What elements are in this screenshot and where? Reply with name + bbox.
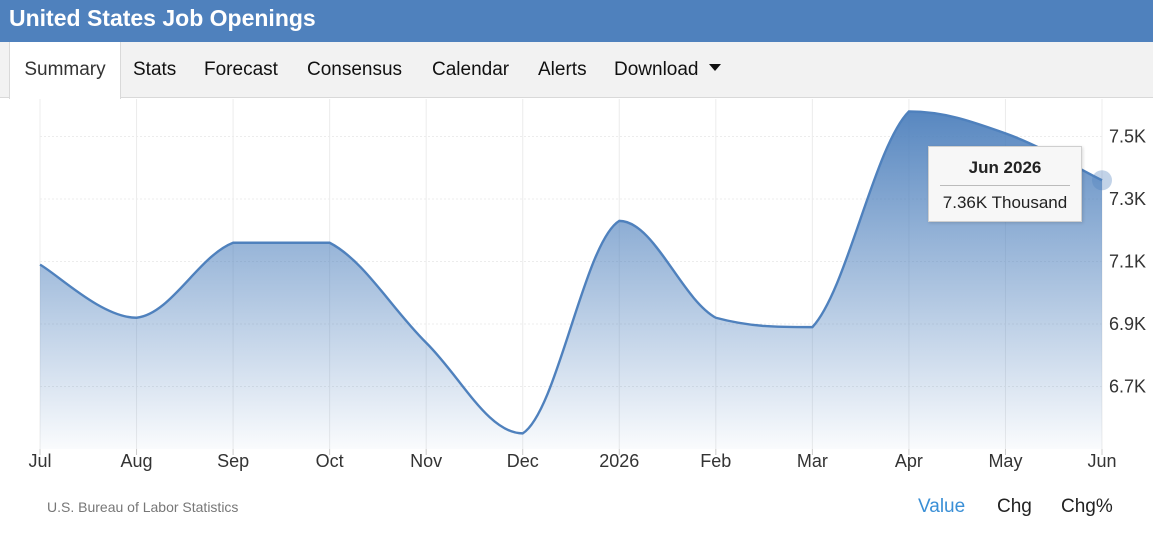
data-point[interactable] — [37, 262, 43, 268]
x-tick-label: Feb — [700, 451, 731, 471]
data-point[interactable] — [230, 240, 236, 246]
x-tick-label: Apr — [895, 451, 923, 471]
x-tick-label: May — [988, 451, 1022, 471]
x-tick-label: Jul — [28, 451, 51, 471]
data-point[interactable] — [134, 315, 140, 321]
tooltip: Jun 2026 7.36K Thousand — [928, 146, 1082, 222]
chg-button[interactable]: Chg — [997, 496, 1032, 518]
x-tick-label: Oct — [316, 451, 344, 471]
caret-down-icon — [708, 64, 721, 72]
hover-point-marker[interactable] — [1092, 170, 1112, 191]
x-tick-label: Nov — [410, 451, 442, 471]
x-tick-label: Aug — [121, 451, 153, 471]
tab-download-label: Download — [614, 59, 699, 80]
y-tick-label: 7.1K — [1109, 252, 1146, 272]
data-point[interactable] — [520, 430, 526, 436]
x-tick-label: Mar — [797, 451, 828, 471]
x-tick-label: 2026 — [599, 451, 639, 471]
value-button[interactable]: Value — [918, 496, 965, 518]
data-point[interactable] — [906, 109, 912, 115]
y-tick-label: 7.3K — [1109, 189, 1146, 209]
data-point[interactable] — [809, 324, 815, 330]
data-point[interactable] — [616, 218, 622, 224]
tab-bar: Summary Stats Forecast Consensus Calenda… — [0, 42, 1153, 99]
y-tick-label: 6.7K — [1109, 377, 1146, 397]
data-point[interactable] — [423, 340, 429, 346]
x-tick-label: Sep — [217, 451, 249, 471]
tab-consensus[interactable]: Consensus — [307, 42, 402, 98]
title-bar: United States Job Openings — [0, 0, 1153, 42]
tab-download[interactable]: Download — [614, 42, 721, 98]
tab-stats[interactable]: Stats — [133, 42, 176, 98]
data-source: U.S. Bureau of Labor Statistics — [47, 499, 239, 515]
tooltip-date: Jun 2026 — [968, 158, 1042, 177]
x-tick-label: Jun — [1087, 451, 1116, 471]
data-point[interactable] — [1002, 130, 1008, 136]
y-tick-label: 7.5K — [1109, 127, 1146, 147]
data-point[interactable] — [327, 240, 333, 246]
tab-forecast[interactable]: Forecast — [204, 42, 278, 98]
chg-pct-button[interactable]: Chg% — [1061, 496, 1113, 518]
tab-summary[interactable]: Summary — [9, 42, 121, 99]
tooltip-value: 7.36K Thousand — [942, 193, 1068, 212]
y-tick-label: 6.9K — [1109, 314, 1146, 334]
data-point[interactable] — [713, 315, 719, 321]
tab-alerts[interactable]: Alerts — [538, 42, 587, 98]
x-tick-label: Dec — [507, 451, 539, 471]
tooltip-divider — [940, 185, 1070, 186]
tab-calendar[interactable]: Calendar — [432, 42, 509, 98]
page-title: United States Job Openings — [9, 5, 316, 31]
